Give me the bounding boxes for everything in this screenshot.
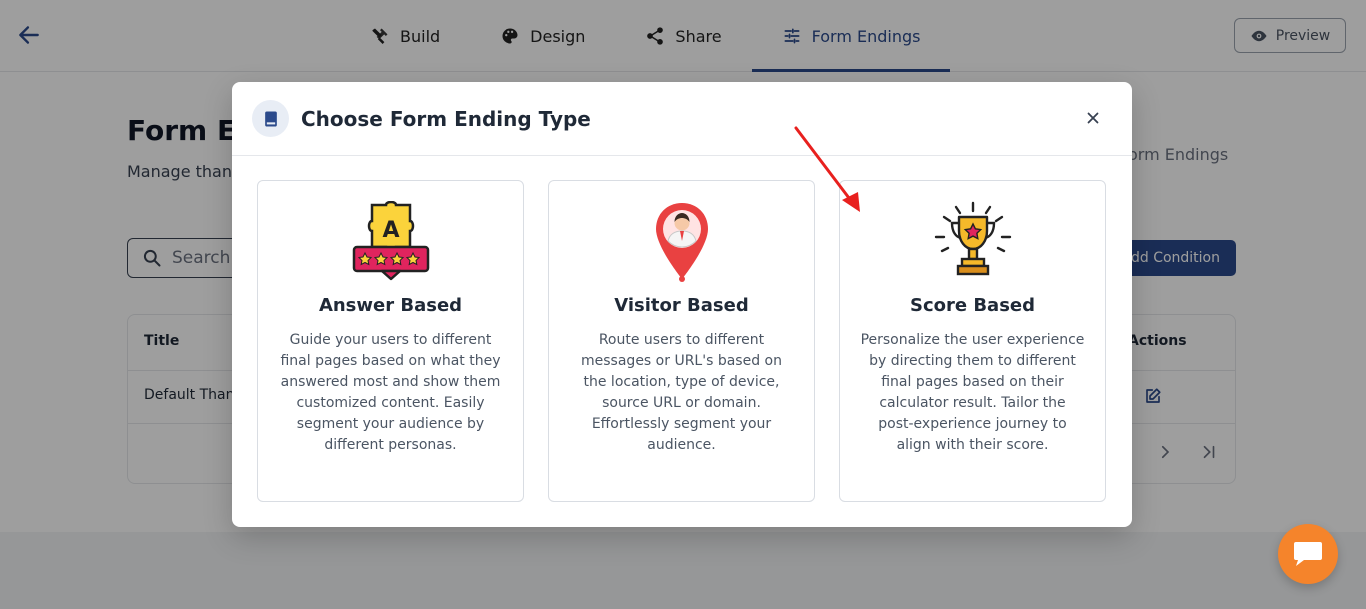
chat-bubble-icon bbox=[1294, 542, 1322, 566]
visitor-based-option[interactable]: Visitor Based Route users to different m… bbox=[548, 180, 815, 502]
location-pin-user-icon bbox=[655, 203, 708, 282]
score-based-title: Score Based bbox=[909, 295, 1036, 316]
choose-form-ending-modal: Choose Form Ending Type A Answer Based G… bbox=[232, 82, 1132, 527]
answer-based-title: Answer Based bbox=[318, 295, 463, 316]
answer-based-option[interactable]: A Answer Based Guide your users to diffe… bbox=[257, 180, 524, 502]
visitor-based-description: Route users to different messages or URL… bbox=[581, 332, 782, 453]
close-icon[interactable] bbox=[1084, 109, 1102, 127]
form-ending-type-options: A Answer Based Guide your users to diffe… bbox=[257, 180, 1106, 502]
score-based-description: Personalize the user experience by direc… bbox=[860, 332, 1085, 453]
svg-text:A: A bbox=[382, 218, 399, 243]
red-annotation-arrow bbox=[794, 126, 860, 212]
score-based-option[interactable]: Score Based Personalize the user experie… bbox=[839, 180, 1106, 502]
trophy-icon bbox=[934, 201, 1011, 276]
chat-widget-button[interactable] bbox=[1278, 524, 1338, 584]
modal-header: Choose Form Ending Type bbox=[232, 82, 1132, 156]
modal-title: Choose Form Ending Type bbox=[301, 106, 591, 131]
form-ending-type-icon bbox=[252, 100, 289, 137]
puzzle-rating-icon: A bbox=[352, 201, 429, 281]
visitor-based-title: Visitor Based bbox=[614, 295, 749, 316]
answer-based-description: Guide your users to different final page… bbox=[280, 332, 501, 453]
